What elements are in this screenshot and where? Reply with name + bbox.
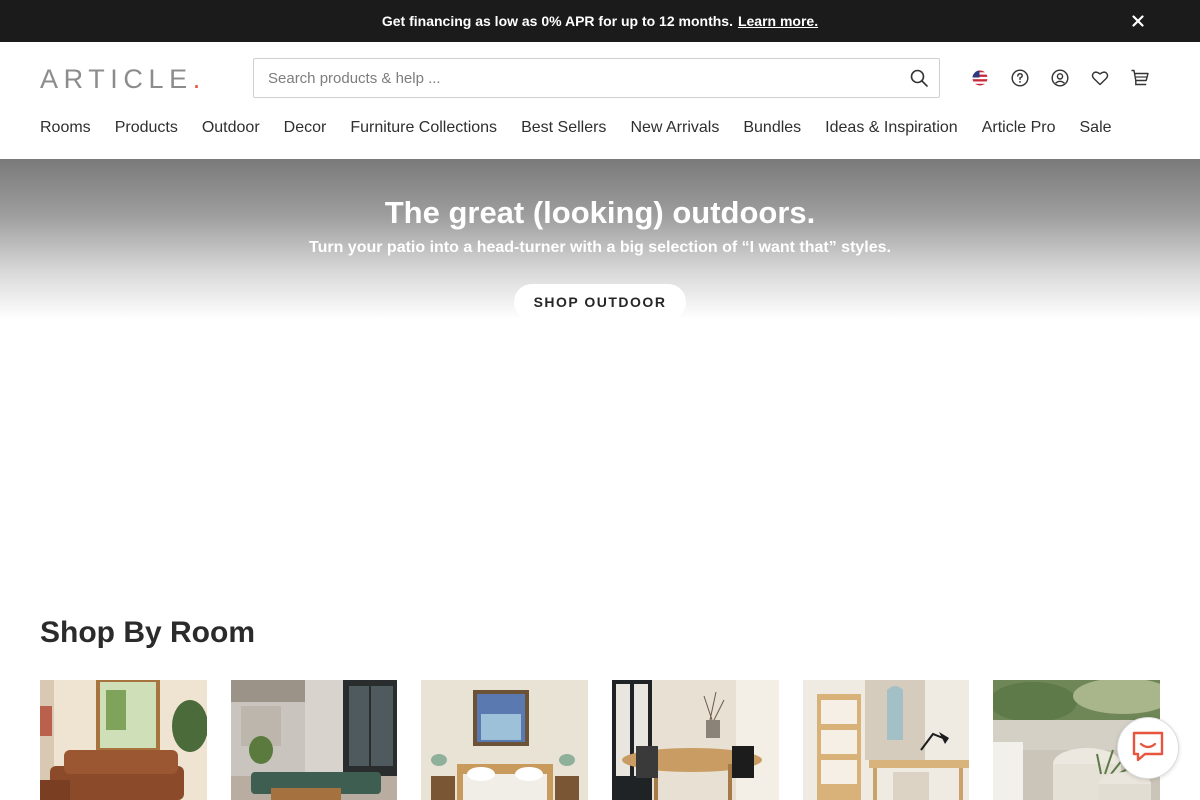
promo-bar: Get financing as low as 0% APR for up to… bbox=[0, 0, 1200, 42]
account-icon[interactable] bbox=[1048, 66, 1072, 90]
nav-item-decor[interactable]: Decor bbox=[284, 119, 327, 139]
search-icon[interactable] bbox=[909, 68, 929, 88]
help-icon[interactable] bbox=[1008, 66, 1032, 90]
hero-subtitle: Turn your patio into a head-turner with … bbox=[309, 239, 891, 256]
learn-more-link[interactable]: Learn more. bbox=[738, 13, 818, 29]
living-room-image bbox=[40, 680, 207, 800]
close-icon[interactable] bbox=[1128, 11, 1148, 31]
nav-item-bundles[interactable]: Bundles bbox=[743, 119, 801, 139]
office-image bbox=[802, 680, 970, 800]
room-tiles bbox=[40, 680, 1161, 800]
logo-dot: . bbox=[192, 64, 206, 94]
chat-button[interactable] bbox=[1117, 717, 1179, 779]
main-nav: Rooms Products Outdoor Decor Furniture C… bbox=[40, 119, 1112, 139]
shop-by-room-title: Shop By Room bbox=[40, 616, 255, 649]
utility-icons bbox=[968, 66, 1152, 90]
room-tile-bedroom[interactable] bbox=[421, 680, 589, 800]
site-header: ARTICLE. Search products & help ... Room… bbox=[0, 42, 1200, 159]
bedroom-image bbox=[421, 680, 589, 800]
nav-item-products[interactable]: Products bbox=[115, 119, 178, 139]
nav-item-furniture-collections[interactable]: Furniture Collections bbox=[350, 119, 497, 139]
room-tile-outdoor[interactable] bbox=[230, 680, 398, 800]
dining-room-image bbox=[612, 680, 779, 800]
nav-item-article-pro[interactable]: Article Pro bbox=[982, 119, 1056, 139]
promo-text: Get financing as low as 0% APR for up to… bbox=[381, 13, 733, 29]
search-bar[interactable] bbox=[253, 58, 940, 98]
nav-item-rooms[interactable]: Rooms bbox=[40, 119, 91, 139]
logo-text: ARTICLE bbox=[40, 64, 193, 94]
nav-item-sale[interactable]: Sale bbox=[1080, 119, 1112, 139]
room-tile-office[interactable] bbox=[802, 680, 970, 800]
us-flag-icon[interactable] bbox=[968, 66, 992, 90]
nav-item-new-arrivals[interactable]: New Arrivals bbox=[630, 119, 719, 139]
nav-item-best-sellers[interactable]: Best Sellers bbox=[521, 119, 606, 139]
room-tile-living-room[interactable] bbox=[40, 680, 207, 800]
heart-icon[interactable] bbox=[1088, 66, 1112, 90]
chat-icon bbox=[1131, 730, 1165, 767]
search-input[interactable] bbox=[268, 59, 888, 97]
nav-item-ideas-inspiration[interactable]: Ideas & Inspiration bbox=[825, 119, 958, 139]
article-logo[interactable]: ARTICLE. bbox=[40, 64, 206, 95]
nav-item-outdoor[interactable]: Outdoor bbox=[202, 119, 260, 139]
room-tile-dining-room[interactable] bbox=[612, 680, 779, 800]
cart-icon[interactable] bbox=[1128, 66, 1152, 90]
outdoor-room-image bbox=[230, 680, 398, 800]
shop-outdoor-button[interactable]: SHOP OUTDOOR bbox=[514, 284, 686, 320]
hero-banner: The great (looking) outdoors. Turn your … bbox=[0, 159, 1200, 590]
hero-title: The great (looking) outdoors. bbox=[384, 195, 816, 230]
